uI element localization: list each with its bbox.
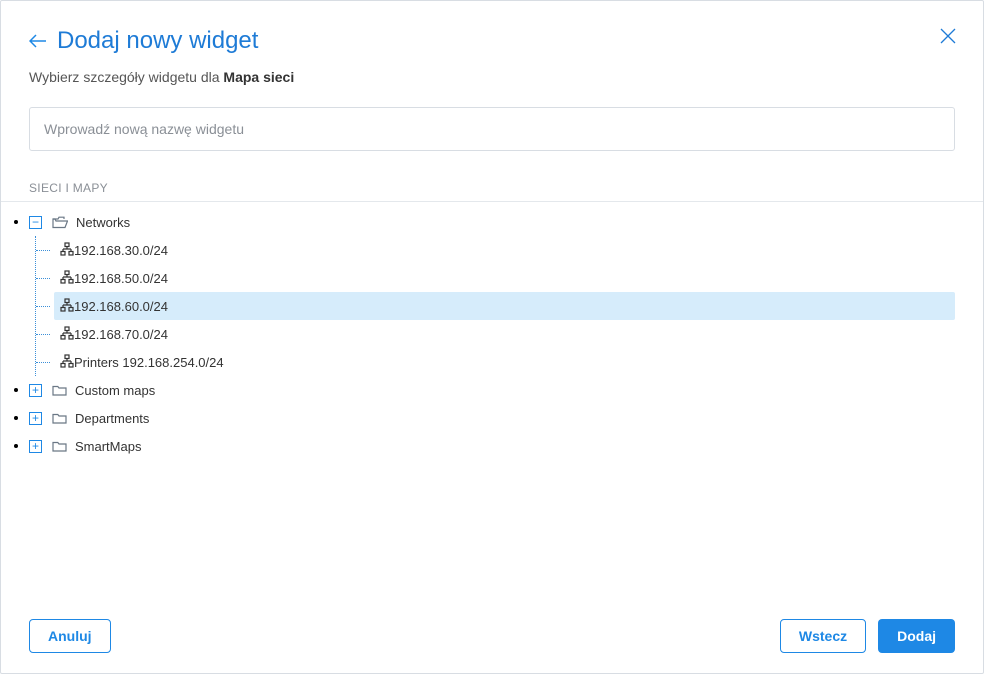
expand-icon[interactable]: + bbox=[29, 412, 42, 425]
tree-folder-label: Departments bbox=[75, 411, 149, 426]
subtitle-bold: Mapa sieci bbox=[223, 69, 294, 85]
modal-header: Dodaj nowy widget Wybierz szczegóły widg… bbox=[1, 1, 983, 107]
tree-folder-custom-maps[interactable]: + Custom maps bbox=[29, 376, 955, 404]
folder-icon bbox=[52, 440, 67, 452]
tree-item-label: 192.168.50.0/24 bbox=[74, 271, 168, 286]
tree-folder-smartmaps[interactable]: + SmartMaps bbox=[29, 432, 955, 460]
tree-folder-label: Networks bbox=[76, 215, 130, 230]
folder-icon bbox=[52, 384, 67, 396]
tree-connector bbox=[36, 236, 54, 264]
network-icon bbox=[60, 354, 74, 371]
expand-icon[interactable]: + bbox=[29, 384, 42, 397]
tree-item-label: 192.168.70.0/24 bbox=[74, 327, 168, 342]
tree-item-network[interactable]: 192.168.30.0/24 bbox=[54, 236, 955, 264]
tree-item-network[interactable]: Printers 192.168.254.0/24 bbox=[54, 348, 955, 376]
network-icon bbox=[60, 242, 74, 259]
tree-item-network[interactable]: 192.168.60.0/24 bbox=[54, 292, 955, 320]
section-label: SIECI I MAPY bbox=[29, 181, 955, 195]
tree-item-label: Printers 192.168.254.0/24 bbox=[74, 355, 224, 370]
back-arrow-icon[interactable] bbox=[29, 34, 47, 48]
cancel-button[interactable]: Anuluj bbox=[29, 619, 111, 653]
tree-item-network[interactable]: 192.168.70.0/24 bbox=[54, 320, 955, 348]
network-icon bbox=[60, 326, 74, 343]
collapse-icon[interactable]: − bbox=[29, 216, 42, 229]
widget-name-input[interactable] bbox=[29, 107, 955, 151]
modal-title: Dodaj nowy widget bbox=[57, 27, 258, 55]
tree-folder-label: SmartMaps bbox=[75, 439, 141, 454]
modal-footer: Anuluj Wstecz Dodaj bbox=[1, 603, 983, 673]
tree-item-network[interactable]: 192.168.50.0/24 bbox=[54, 264, 955, 292]
network-icon bbox=[60, 298, 74, 315]
tree-folder-label: Custom maps bbox=[75, 383, 155, 398]
add-button[interactable]: Dodaj bbox=[878, 619, 955, 653]
tree-connector bbox=[36, 292, 54, 320]
modal-subtitle: Wybierz szczegóły widgetu dla Mapa sieci bbox=[29, 69, 955, 85]
tree-item-label: 192.168.60.0/24 bbox=[74, 299, 168, 314]
close-icon[interactable] bbox=[939, 27, 957, 50]
tree-item-label: 192.168.30.0/24 bbox=[74, 243, 168, 258]
tree-connector bbox=[36, 348, 54, 376]
folder-open-icon bbox=[52, 216, 68, 229]
tree-folder-departments[interactable]: + Departments bbox=[29, 404, 955, 432]
back-button[interactable]: Wstecz bbox=[780, 619, 866, 653]
tree-connector bbox=[36, 264, 54, 292]
folder-icon bbox=[52, 412, 67, 424]
tree-connector bbox=[36, 320, 54, 348]
subtitle-prefix: Wybierz szczegóły widgetu dla bbox=[29, 69, 223, 85]
tree-folder-networks[interactable]: − Networks bbox=[29, 208, 955, 236]
add-widget-modal: Dodaj nowy widget Wybierz szczegóły widg… bbox=[0, 0, 984, 674]
tree-container: − Networks bbox=[1, 201, 983, 603]
expand-icon[interactable]: + bbox=[29, 440, 42, 453]
network-icon bbox=[60, 270, 74, 287]
